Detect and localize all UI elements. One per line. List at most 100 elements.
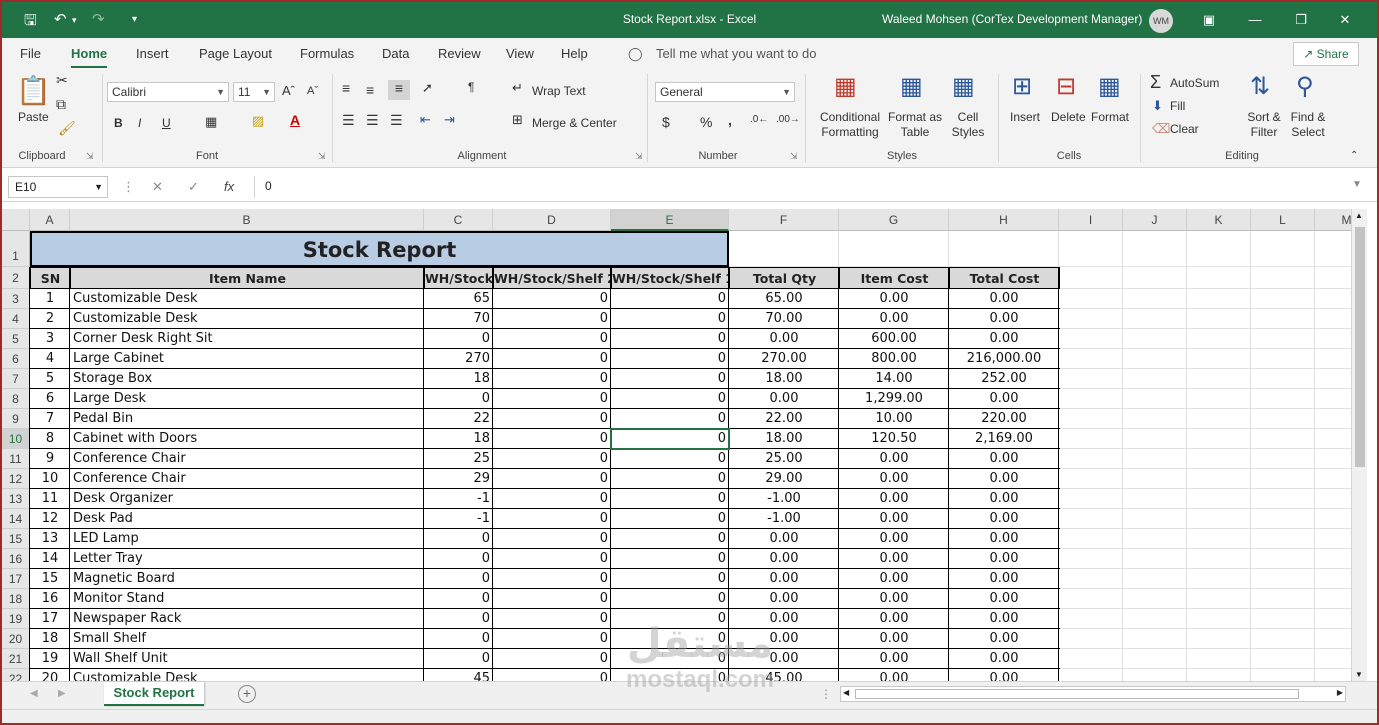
column-header[interactable]: M (1315, 209, 1351, 231)
table-cell[interactable]: Customizable Desk (71, 289, 423, 309)
cell-styles-button[interactable]: Cell Styles (946, 110, 990, 140)
insert-function-icon[interactable]: fx (224, 179, 234, 194)
table-cell[interactable]: 1,299.00 (840, 389, 948, 409)
table-cell[interactable]: 11 (31, 489, 69, 509)
ribbon-display-icon[interactable]: ▣ (1196, 8, 1222, 32)
table-cell[interactable]: 9 (31, 449, 69, 469)
next-sheet-icon[interactable]: ▶ (58, 688, 66, 699)
table-cell[interactable]: 0 (494, 509, 610, 529)
table-cell[interactable]: 0.00 (730, 329, 838, 349)
restore-icon[interactable]: ❐ (1288, 8, 1314, 32)
table-cell[interactable]: 0 (425, 609, 492, 629)
format-painter-icon[interactable]: 🖌 (58, 120, 76, 137)
table-cell[interactable]: 0 (612, 649, 728, 669)
table-cell[interactable]: 120.50 (840, 429, 948, 449)
tab-view[interactable]: View (506, 46, 534, 61)
row-header[interactable]: 17 (2, 569, 30, 589)
table-cell[interactable]: 216,000.00 (950, 349, 1058, 369)
sort-filter-icon[interactable]: ⇅ (1250, 72, 1270, 101)
table-cell[interactable]: 0 (612, 469, 728, 489)
increase-indent-icon[interactable]: ⇥ (444, 112, 455, 128)
format-as-table-button[interactable]: Format as Table (886, 110, 944, 140)
table-cell[interactable]: 0.00 (840, 449, 948, 469)
table-cell[interactable]: 22.00 (730, 409, 838, 429)
row-header[interactable]: 20 (2, 629, 30, 649)
table-cell[interactable]: 0 (494, 549, 610, 569)
table-cell[interactable]: Conference Chair (71, 469, 423, 489)
wrap-text-icon[interactable]: ↵ (512, 80, 523, 96)
merge-center-icon[interactable]: ⊞ (512, 112, 523, 128)
table-cell[interactable]: 252.00 (950, 369, 1058, 389)
table-header-cell[interactable]: WH/Stock (424, 267, 494, 289)
table-cell[interactable]: 0 (612, 369, 728, 389)
borders-icon[interactable]: ▦ (205, 114, 217, 130)
table-cell[interactable]: 0.00 (950, 589, 1058, 609)
table-cell[interactable]: 18 (31, 629, 69, 649)
table-cell[interactable]: 18.00 (730, 429, 838, 449)
table-cell[interactable]: 45.00 (730, 669, 838, 681)
table-cell[interactable]: 270 (425, 349, 492, 369)
row-header[interactable]: 16 (2, 549, 30, 569)
table-cell[interactable]: 0.00 (730, 589, 838, 609)
table-cell[interactable]: 0.00 (950, 609, 1058, 629)
table-cell[interactable]: 0 (494, 569, 610, 589)
confirm-entry-icon[interactable]: ✓ (188, 179, 199, 195)
column-header[interactable]: F (729, 209, 839, 231)
table-cell[interactable]: 0 (612, 609, 728, 629)
align-top-icon[interactable]: ≡ (342, 80, 350, 96)
copy-icon[interactable]: ⧉ (56, 96, 66, 113)
table-cell[interactable]: 0.00 (730, 629, 838, 649)
tell-me-search[interactable]: Tell me what you want to do (656, 46, 816, 61)
table-cell[interactable]: 0 (425, 649, 492, 669)
row-header[interactable]: 19 (2, 609, 30, 629)
tab-insert[interactable]: Insert (136, 46, 169, 61)
table-cell[interactable]: 0 (612, 629, 728, 649)
fill-button[interactable]: Fill (1170, 99, 1185, 113)
table-cell[interactable]: 0.00 (950, 649, 1058, 669)
conditional-formatting-button[interactable]: Conditional Formatting (814, 110, 886, 140)
table-cell[interactable]: 4 (31, 349, 69, 369)
table-cell[interactable]: 29 (425, 469, 492, 489)
table-cell[interactable]: Large Desk (71, 389, 423, 409)
increase-decimal-icon[interactable]: .0← (750, 114, 768, 125)
table-cell[interactable]: 0.00 (840, 569, 948, 589)
table-cell[interactable]: Desk Pad (71, 509, 423, 529)
table-cell[interactable]: 600.00 (840, 329, 948, 349)
column-header[interactable]: H (949, 209, 1059, 231)
column-header[interactable]: J (1123, 209, 1187, 231)
table-cell[interactable]: 0 (494, 409, 610, 429)
align-middle-icon[interactable]: ≡ (366, 82, 374, 98)
table-cell[interactable]: Newspaper Rack (71, 609, 423, 629)
table-cell[interactable]: 25 (425, 449, 492, 469)
table-header-cell[interactable]: WH/Stock/Shelf 1 (611, 267, 730, 289)
table-cell[interactable]: 12 (31, 509, 69, 529)
table-cell[interactable]: 0 (612, 569, 728, 589)
table-cell[interactable]: 25.00 (730, 449, 838, 469)
table-cell[interactable]: 65.00 (730, 289, 838, 309)
table-cell[interactable]: 0.00 (950, 529, 1058, 549)
table-header-cell[interactable]: WH/Stock/Shelf 2 (493, 267, 612, 289)
table-cell[interactable]: 0.00 (840, 629, 948, 649)
font-size-combo[interactable]: 11 ▼ (233, 82, 275, 102)
column-header[interactable]: I (1059, 209, 1123, 231)
column-header[interactable]: D (493, 209, 611, 231)
tab-page-layout[interactable]: Page Layout (199, 46, 272, 61)
row-header[interactable]: 22 (2, 669, 30, 681)
tab-help[interactable]: Help (561, 46, 588, 61)
table-header-cell[interactable]: Total Cost (949, 267, 1060, 289)
table-cell[interactable]: 10.00 (840, 409, 948, 429)
table-cell[interactable]: 1 (31, 289, 69, 309)
text-direction-icon[interactable]: ¶ (468, 80, 474, 94)
table-cell[interactable]: Letter Tray (71, 549, 423, 569)
underline-button[interactable]: U (162, 116, 171, 130)
row-header[interactable]: 13 (2, 489, 30, 509)
clipboard-launcher-icon[interactable]: ⇲ (86, 151, 94, 162)
eraser-icon[interactable]: ⌫ (1152, 121, 1170, 137)
table-cell[interactable]: 0.00 (840, 309, 948, 329)
insert-cells-icon[interactable]: ⊞ (1012, 72, 1032, 101)
table-header-cell[interactable]: SN (30, 267, 71, 289)
table-cell[interactable]: 0 (425, 529, 492, 549)
format-cells-icon[interactable]: ▦ (1098, 72, 1121, 101)
table-cell[interactable]: 0 (494, 609, 610, 629)
table-cell[interactable]: 5 (31, 369, 69, 389)
